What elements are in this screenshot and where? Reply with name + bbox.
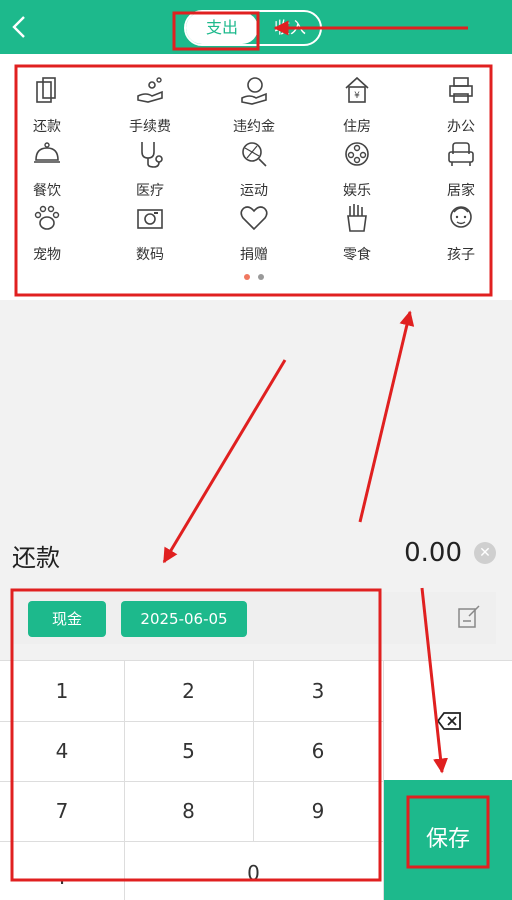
key-1[interactable]: 1 <box>0 679 124 703</box>
category-label: 住房 <box>343 119 371 135</box>
keypad-divider <box>0 841 384 842</box>
key-4[interactable]: 4 <box>0 739 124 763</box>
category-label: 宠物 <box>33 247 61 263</box>
category-item-home[interactable]: 居家 <box>421 138 501 202</box>
category-item-pet[interactable]: 宠物 <box>7 202 87 266</box>
annotation-arrow <box>358 310 415 523</box>
category-label: 手续费 <box>129 119 171 135</box>
category-label: 娱乐 <box>343 183 371 199</box>
save-button[interactable]: 保存 <box>384 780 512 900</box>
selected-category-label: 还款 <box>12 544 60 572</box>
amount-display: 0.00 <box>404 538 462 568</box>
page-indicator-inactive[interactable] <box>258 274 264 280</box>
clear-amount-icon[interactable]: ✕ <box>474 542 496 564</box>
category-item-fee[interactable]: 手续费 <box>110 74 190 138</box>
key-2[interactable]: 2 <box>124 679 253 703</box>
dining-icon <box>34 142 60 163</box>
category-item-repayment[interactable]: 还款 <box>7 74 87 138</box>
category-label: 捐赠 <box>240 247 268 263</box>
key-7[interactable]: 7 <box>0 799 124 823</box>
snack-icon <box>347 204 367 232</box>
key-3[interactable]: 3 <box>253 679 383 703</box>
child-icon <box>450 206 472 228</box>
edit-note-icon[interactable] <box>456 604 482 630</box>
medical-icon <box>141 142 163 168</box>
housing-icon: ¥ <box>345 76 369 103</box>
category-label: 孩子 <box>447 247 475 263</box>
key-6[interactable]: 6 <box>253 739 383 763</box>
category-label: 还款 <box>33 119 61 135</box>
category-item-digital[interactable]: 数码 <box>110 202 190 266</box>
key-5[interactable]: 5 <box>124 739 253 763</box>
entertainment-icon <box>345 142 369 166</box>
amount-row: 还款 0.00 ✕ <box>0 520 512 588</box>
backspace-key[interactable] <box>384 660 512 780</box>
category-item-donation[interactable]: 捐赠 <box>214 202 294 266</box>
category-grid: 还款 手续费 违约金 ¥ 住房 办公 餐饮 医疗 运动 娱乐 居家 宠物 数码 … <box>0 54 512 300</box>
heart-icon <box>240 206 268 231</box>
category-item-housing[interactable]: ¥ 住房 <box>317 74 397 138</box>
category-item-penalty[interactable]: 违约金 <box>214 74 294 138</box>
backspace-icon <box>436 712 461 730</box>
account-date-row: 现金 2025-06-05 <box>12 592 496 644</box>
category-label: 零食 <box>343 247 371 263</box>
office-icon <box>449 77 473 103</box>
type-segment: 支出 收入 <box>184 10 322 46</box>
svg-text:¥: ¥ <box>354 91 360 101</box>
category-label: 违约金 <box>233 119 275 135</box>
category-label: 居家 <box>447 183 475 199</box>
keypad-divider <box>0 721 384 722</box>
tab-expense[interactable]: 支出 <box>186 12 258 44</box>
penalty-icon <box>241 77 267 105</box>
category-label: 办公 <box>447 119 475 135</box>
repayment-icon <box>36 77 56 103</box>
back-arrow-icon[interactable] <box>8 12 32 42</box>
category-item-child[interactable]: 孩子 <box>421 202 501 266</box>
camera-icon <box>137 209 163 229</box>
category-item-sports[interactable]: 运动 <box>214 138 294 202</box>
category-item-snack[interactable]: 零食 <box>317 202 397 266</box>
sofa-icon <box>448 142 474 166</box>
category-label: 运动 <box>240 183 268 199</box>
category-item-entertainment[interactable]: 娱乐 <box>317 138 397 202</box>
tab-income[interactable]: 收入 <box>260 12 320 44</box>
key-8[interactable]: 8 <box>124 799 253 823</box>
fee-icon <box>137 77 163 103</box>
category-item-medical[interactable]: 医疗 <box>110 138 190 202</box>
page-indicator-active <box>244 274 250 280</box>
top-bar: 支出 收入 <box>0 0 512 54</box>
category-label: 数码 <box>136 247 164 263</box>
key-0[interactable]: 0 <box>124 861 383 885</box>
date-chip[interactable]: 2025-06-05 <box>121 601 247 637</box>
category-label: 餐饮 <box>33 183 61 199</box>
account-chip[interactable]: 现金 <box>28 601 106 637</box>
sports-icon <box>242 142 267 167</box>
number-keypad: 1 2 3 4 5 6 7 8 9 . 0 <box>0 660 384 900</box>
key-9[interactable]: 9 <box>253 799 383 823</box>
category-item-office[interactable]: 办公 <box>421 74 501 138</box>
key-dot[interactable]: . <box>0 865 124 889</box>
paw-icon <box>34 205 60 230</box>
category-item-dining[interactable]: 餐饮 <box>7 138 87 202</box>
category-label: 医疗 <box>136 183 164 199</box>
keypad-divider <box>0 781 384 782</box>
